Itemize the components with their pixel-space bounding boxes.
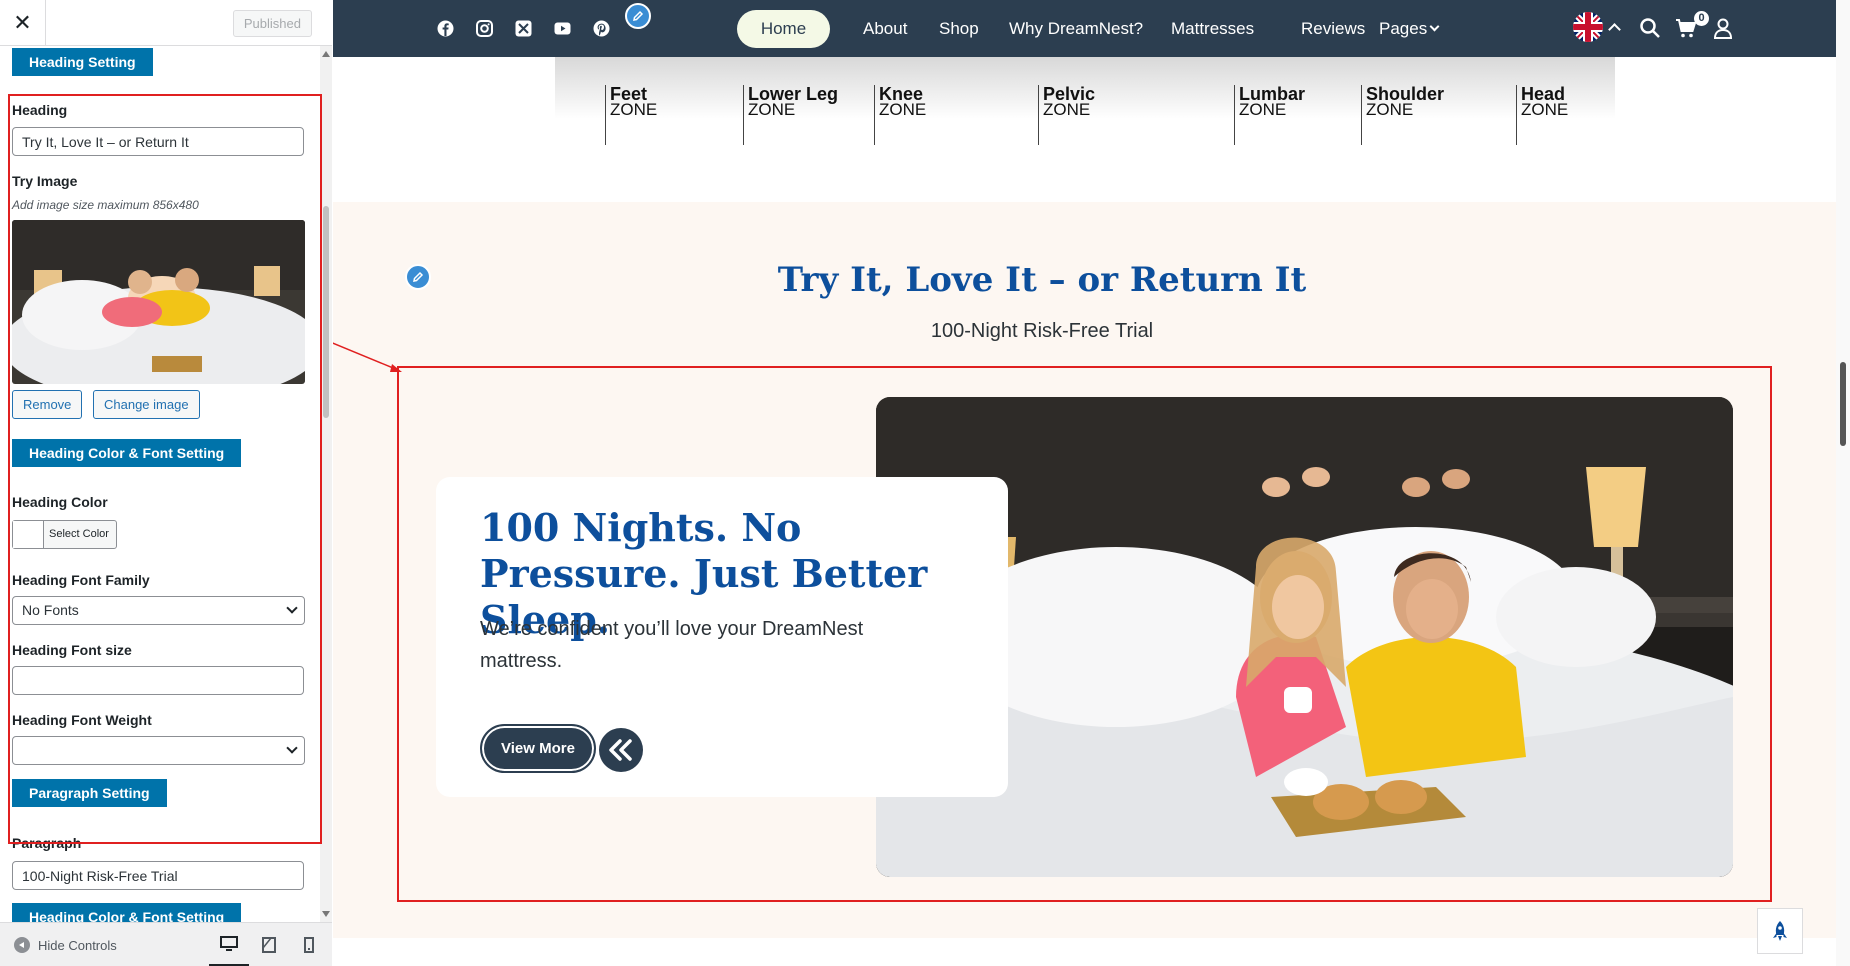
desktop-preview-button[interactable] [209, 923, 249, 966]
preview-scroll-thumb[interactable] [1840, 362, 1846, 446]
paragraph-color-font-setting-bar[interactable]: Heading Color & Font Setting [12, 903, 242, 922]
try-image-thumbnail [12, 220, 305, 384]
top-navbar: Home About Shop Why DreamNest? Mattresse… [333, 0, 1850, 57]
card-text: We’re confident you’ll love your DreamNe… [480, 618, 864, 672]
heading-font-family-value: No Fonts [22, 602, 79, 618]
section-subheading: 100-Night Risk-Free Trial [930, 320, 1154, 342]
heading-font-weight-select[interactable] [12, 736, 305, 765]
paragraph-setting-bar[interactable]: Paragraph Setting [12, 779, 167, 807]
instagram-icon[interactable] [476, 20, 493, 37]
nav-pages[interactable]: Pages [1379, 19, 1440, 39]
nav-home[interactable]: Home [737, 10, 830, 48]
trial-section: Try It, Love It – or Return It 100-Night… [333, 202, 1836, 938]
paragraph-label: Paragraph [12, 835, 82, 851]
heading-setting-bar[interactable]: Heading Setting [12, 48, 153, 76]
trial-card: 100 Nights. No Pressure. Just Better Sle… [436, 477, 1008, 797]
youtube-icon[interactable] [554, 20, 571, 37]
hide-controls-button[interactable]: Hide Controls [14, 937, 117, 953]
desktop-icon [220, 935, 238, 951]
nav-about[interactable]: About [863, 19, 907, 39]
zone-label: Pelvic ZONE [1038, 85, 1095, 145]
facebook-icon[interactable] [437, 20, 454, 37]
nav-reviews[interactable]: Reviews [1301, 19, 1365, 39]
customizer-footer: Hide Controls [0, 922, 332, 966]
mattress-zones-strip: Feet ZONE Lower Leg ZONE Knee ZONE Pelvi… [555, 57, 1615, 145]
heading-color-label: Heading Color [12, 494, 108, 510]
tablet-icon [262, 937, 276, 953]
heading-color-picker[interactable]: Select Color [12, 520, 117, 549]
close-button[interactable]: ✕ [0, 0, 46, 46]
highlight-connector-arrow [333, 342, 402, 372]
rocket-icon [1773, 921, 1787, 941]
zone-label: Lower Leg ZONE [743, 85, 838, 145]
edit-shortcut-icon[interactable] [625, 3, 651, 29]
view-more-button[interactable]: View More [480, 724, 596, 773]
change-image-button[interactable]: Change image [93, 390, 200, 419]
user-icon[interactable] [1712, 17, 1734, 39]
zone-label: Lumbar ZONE [1234, 85, 1305, 145]
next-section [333, 938, 1836, 966]
remove-image-button[interactable]: Remove [12, 390, 83, 419]
heading-font-family-label: Heading Font Family [12, 572, 150, 588]
chevron-down-icon [286, 602, 298, 614]
search-icon[interactable] [1639, 17, 1661, 39]
heading-input[interactable] [12, 127, 304, 156]
heading-font-family-select[interactable]: No Fonts [12, 596, 305, 625]
scroll-up-arrow-icon[interactable] [322, 51, 330, 57]
scroll-down-arrow-icon[interactable] [322, 911, 330, 917]
color-swatch[interactable] [13, 521, 44, 548]
heading-font-size-input[interactable] [12, 666, 304, 695]
cart-count-badge: 0 [1694, 11, 1709, 26]
zone-sub: ZONE [610, 100, 658, 119]
hide-controls-label: Hide Controls [38, 937, 117, 953]
nav-why-dreamnest[interactable]: Why DreamNest? [1009, 19, 1143, 39]
heading-font-size-label: Heading Font size [12, 642, 132, 658]
scroll-to-top-button[interactable] [1757, 908, 1803, 954]
chevron-down-icon [1429, 21, 1440, 32]
try-image-hint: Add image size maximum 856x480 [12, 198, 199, 212]
customizer-sidebar: ✕ Published Heading Setting Heading Try … [0, 0, 332, 966]
zone-label: Knee ZONE [874, 85, 926, 145]
nav-shop[interactable]: Shop [939, 19, 979, 39]
mobile-icon [304, 937, 314, 953]
zone-sub: ZONE [1239, 100, 1287, 119]
try-image-label: Try Image [12, 173, 78, 189]
nav-mattresses[interactable]: Mattresses [1171, 19, 1254, 39]
nav-pages-label: Pages [1379, 19, 1428, 38]
zone-sub: ZONE [748, 100, 796, 119]
customizer-header: ✕ Published [0, 0, 332, 46]
chevron-down-icon [286, 742, 298, 754]
mobile-preview-button[interactable] [289, 923, 329, 966]
uk-flag-icon[interactable] [1573, 12, 1603, 42]
section-heading: Try It, Love It – or Return It [777, 260, 1307, 300]
zone-sub: ZONE [1366, 100, 1414, 119]
site-preview: Home About Shop Why DreamNest? Mattresse… [333, 0, 1850, 966]
collapse-icon [14, 937, 30, 953]
sidebar-scroll-thumb[interactable] [323, 206, 329, 418]
paragraph-input[interactable] [12, 861, 304, 890]
zone-label: Head ZONE [1516, 85, 1568, 145]
pinterest-icon[interactable] [593, 20, 610, 37]
preview-scrollbar[interactable] [1836, 0, 1850, 966]
published-button[interactable]: Published [232, 10, 312, 37]
select-color-label[interactable]: Select Color [44, 521, 109, 548]
x-icon[interactable] [515, 20, 532, 37]
heading-label: Heading [12, 102, 68, 118]
heading-color-font-setting-bar[interactable]: Heading Color & Font Setting [12, 439, 242, 467]
zone-sub: ZONE [1521, 100, 1569, 119]
heading-font-weight-label: Heading Font Weight [12, 712, 152, 728]
zone-label: Shoulder ZONE [1361, 85, 1444, 145]
zone-sub: ZONE [1043, 100, 1091, 119]
sidebar-scrollbar[interactable] [320, 46, 332, 922]
zone-label: Feet ZONE [605, 85, 657, 145]
chevron-up-icon[interactable] [1608, 23, 1621, 36]
double-chevron-left-icon[interactable] [599, 728, 643, 772]
tablet-preview-button[interactable] [249, 923, 289, 966]
zone-sub: ZONE [879, 100, 927, 119]
customizer-panel: Heading Setting Heading Try Image Add im… [0, 46, 320, 922]
